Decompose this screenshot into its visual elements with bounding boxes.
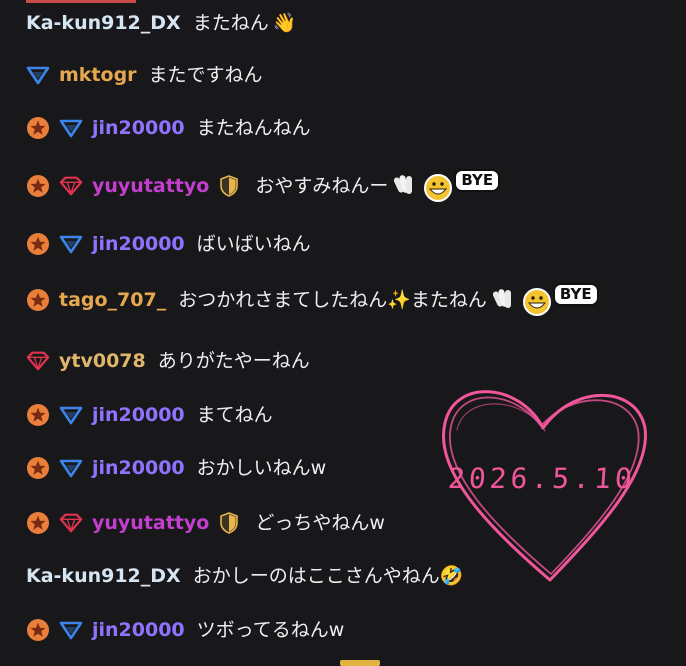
star-badge-icon[interactable] [26,456,50,480]
username[interactable]: Ka-kun912_DX [26,13,181,33]
username[interactable]: jin20000 [92,620,185,640]
chat-message: jin20000 またねんねん [26,108,311,148]
message-text: ありがたやーねん [157,349,310,372]
bye-emote-icon: BYE [492,282,599,317]
gem-badge-icon[interactable] [26,349,50,373]
chat-message: jin20000 ツボってるねんw [26,610,344,650]
star-badge-icon[interactable] [26,618,50,642]
chat-message: tago_707_ おつかれさまてしたねん✨またねん BYE [26,280,599,320]
prime-icon[interactable] [59,403,83,427]
prime-icon[interactable] [26,63,50,87]
message-text: どっちやねんw [255,511,385,534]
bye-emote-label: BYE [454,168,501,192]
chat-message: jin20000 おかしいねんw [26,448,326,488]
chat-message: jin20000 ばいばいねん [26,224,311,264]
prime-icon[interactable] [59,232,83,256]
username[interactable]: jin20000 [92,234,185,254]
star-badge-icon[interactable] [26,288,50,312]
bottom-indicator [340,660,380,666]
username[interactable]: tago_707_ [59,290,166,310]
username[interactable]: jin20000 [92,458,185,478]
star-badge-icon[interactable] [26,511,50,535]
prime-icon[interactable] [59,618,83,642]
username[interactable]: ytv0078 [59,351,146,371]
wave-hand-icon: 👋 [272,11,297,34]
shield-icon[interactable] [219,512,239,534]
bye-emote-icon: BYE [394,168,501,203]
star-badge-icon[interactable] [26,403,50,427]
message-text: おかしーのはここさんやねん🤣 [192,564,464,587]
message-text: おやすみねんー [255,174,389,197]
username[interactable]: jin20000 [92,118,185,138]
message-text: またねん [192,11,269,34]
bye-emote-label: BYE [552,282,599,306]
chat-message: Ka-kun912_DX またねん 👋 [26,3,296,43]
message-text: またねんねん [196,116,311,139]
chat-message: jin20000 まてねん [26,395,273,435]
message-text: ツボってるねんw [196,618,345,641]
message-text: おつかれさまてしたねん✨またねん [178,288,487,311]
overlay-date: 2026.5.10 [446,462,637,495]
chat-message: yuyutattyo どっちやねんw [26,503,385,543]
username[interactable]: Ka-kun912_DX [26,566,181,586]
chat-message: mktogr またですねん [26,55,263,95]
username[interactable]: mktogr [59,65,137,85]
prime-icon[interactable] [59,116,83,140]
star-badge-icon[interactable] [26,174,50,198]
message-text: おかしいねんw [196,456,327,479]
username[interactable]: yuyutattyo [92,513,209,533]
chat-message: yuyutattyo おやすみねんー BYE [26,166,501,206]
chat-message: Ka-kun912_DX おかしーのはここさんやねん🤣 [26,556,463,596]
message-text: まてねん [196,403,273,426]
star-badge-icon[interactable] [26,116,50,140]
message-text: ばいばいねん [196,232,311,255]
username[interactable]: jin20000 [92,405,185,425]
gem-badge-icon[interactable] [59,174,83,198]
username[interactable]: yuyutattyo [92,176,209,196]
star-badge-icon[interactable] [26,232,50,256]
prime-icon[interactable] [59,456,83,480]
shield-icon[interactable] [219,175,239,197]
gem-badge-icon[interactable] [59,511,83,535]
message-text: またですねん [148,63,263,86]
chat-message: ytv0078 ありがたやーねん [26,341,310,381]
